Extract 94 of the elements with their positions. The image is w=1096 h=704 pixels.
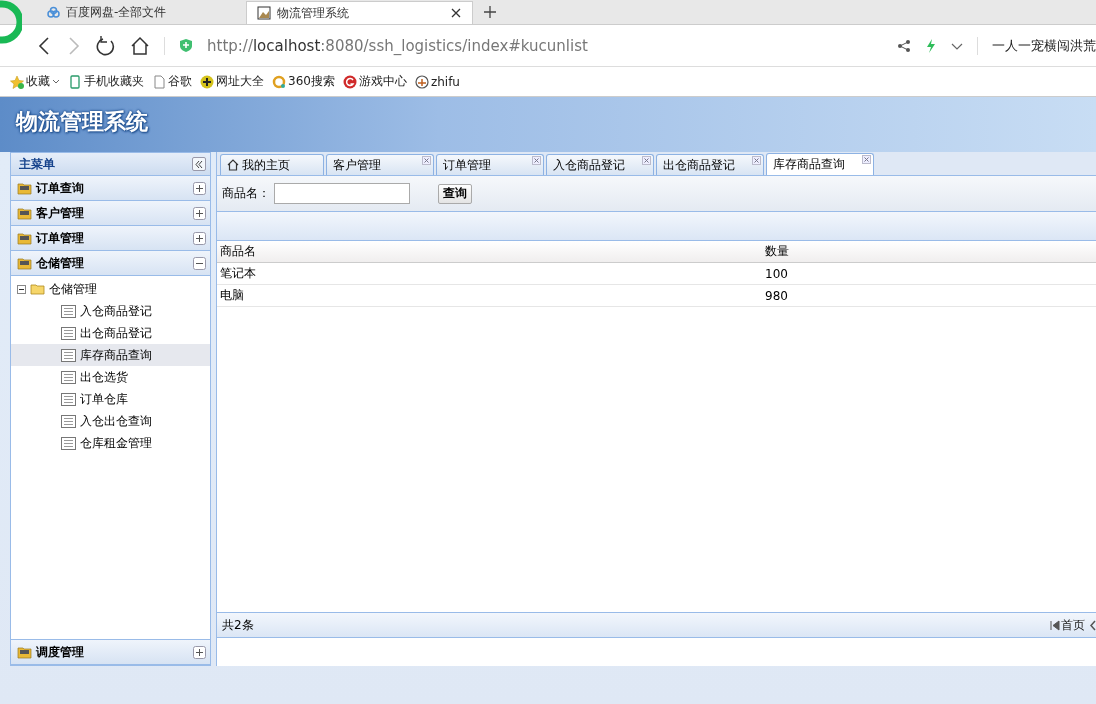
bookmark-item[interactable]: 网址大全 — [200, 73, 264, 90]
close-icon — [642, 156, 651, 165]
tree-item[interactable]: 仓库租金管理 — [11, 432, 210, 454]
back-icon — [36, 35, 52, 56]
field-label: 商品名： — [222, 185, 270, 202]
close-icon — [422, 156, 431, 165]
collapse-button[interactable] — [192, 157, 206, 171]
bookmark-item[interactable]: 手机收藏夹 — [68, 73, 144, 90]
plus-circle-icon — [200, 74, 214, 89]
close-icon — [752, 156, 761, 165]
accordion-header[interactable]: 调度管理 — [11, 640, 210, 665]
tab[interactable]: 客户管理 — [326, 154, 434, 175]
tree-node[interactable]: 仓储管理 — [11, 278, 210, 300]
picture-icon — [257, 6, 271, 20]
shield-icon — [179, 38, 193, 53]
table-cell-text: 笔记本 — [219, 265, 257, 282]
browser-tab[interactable]: 物流管理系统 — [246, 1, 473, 24]
tab[interactable]: 出仓商品登记 — [656, 154, 764, 175]
first-page-icon — [1050, 619, 1060, 631]
accordion-header[interactable]: 订单查询 — [11, 176, 210, 201]
tab-title: 物流管理系统 — [277, 4, 350, 22]
bookmark-item[interactable]: zhifu — [414, 74, 460, 89]
list-icon — [61, 414, 76, 428]
close-icon — [450, 7, 462, 19]
column-header[interactable]: 数量 — [762, 241, 1096, 262]
reload-icon — [96, 35, 116, 56]
home-icon — [130, 35, 150, 56]
first-page-button[interactable]: 首页 — [1050, 616, 1085, 634]
accordion-header[interactable]: 订单管理 — [11, 226, 210, 251]
tab[interactable]: 订单管理 — [436, 154, 544, 175]
close-icon — [532, 156, 541, 165]
circle-g-icon — [342, 74, 357, 89]
bookmark-item[interactable]: 游戏中心 — [342, 73, 407, 90]
previous-icon — [1089, 619, 1096, 631]
minus-icon — [193, 256, 206, 270]
column-header[interactable]: 商品名 — [217, 241, 762, 262]
list-icon — [61, 326, 76, 340]
product-name-field[interactable] — [274, 183, 410, 204]
list-icon — [61, 348, 76, 362]
folder-icon — [17, 206, 32, 220]
total-count: 共2条 — [222, 616, 255, 634]
page-icon — [152, 74, 166, 89]
tree-item[interactable]: 出仓商品登记 — [11, 322, 210, 344]
phone-icon — [68, 74, 82, 89]
url-text[interactable]: http://localhost:8080/ssh_logistics/index#kucunlist — [207, 36, 883, 55]
bookmark-item[interactable]: 360搜索 — [272, 73, 335, 90]
list-icon — [61, 304, 76, 318]
list-icon — [61, 370, 76, 384]
tree-item[interactable]: 订单仓库 — [11, 388, 210, 410]
chevron-down-icon — [52, 78, 60, 85]
bookmark-item[interactable]: 谷歌 — [152, 73, 192, 90]
share-icon — [897, 38, 911, 53]
bookmark-item[interactable]: 收藏 — [10, 73, 60, 90]
lightning-icon — [925, 38, 937, 53]
close-icon — [862, 155, 871, 164]
account-text[interactable]: 一人一宠横闯洪荒 — [992, 36, 1096, 55]
sidebar-title: 主菜单 — [19, 155, 55, 173]
folder-icon — [30, 282, 45, 296]
table-cell-text: 电脑 — [219, 287, 245, 304]
tab[interactable]: 入仓商品登记 — [546, 154, 654, 175]
folder-icon — [17, 231, 32, 245]
tab[interactable]: 我的主页 — [220, 154, 324, 175]
tab-title: 百度网盘-全部文件 — [66, 4, 168, 21]
new-tab-icon — [483, 5, 497, 19]
plus-icon — [193, 645, 206, 659]
plus-icon — [193, 181, 206, 195]
coin-icon — [414, 74, 429, 89]
cloud-icon — [46, 5, 60, 20]
ring-icon — [272, 74, 286, 89]
tree-item[interactable]: 入仓出仓查询 — [11, 410, 210, 432]
forward-icon — [66, 35, 82, 56]
list-icon — [61, 392, 76, 406]
plus-icon — [193, 231, 206, 245]
accordion-header[interactable]: 仓储管理 — [11, 251, 210, 276]
app-title: 物流管理系统 — [0, 97, 1096, 152]
table-cell-text: 100 — [764, 265, 789, 283]
star-icon — [10, 74, 24, 89]
minus-icon — [17, 284, 26, 294]
search-button[interactable]: 查询 — [438, 183, 472, 204]
browser-tab[interactable]: 百度网盘-全部文件 — [36, 1, 246, 24]
list-icon — [61, 436, 76, 450]
tree-item[interactable]: 出仓选货 — [11, 366, 210, 388]
tree-item[interactable]: 库存商品查询 — [11, 344, 210, 366]
folder-icon — [17, 256, 32, 270]
double-chevron-left-icon — [194, 159, 204, 169]
accordion-header[interactable]: 客户管理 — [11, 201, 210, 226]
tree-item[interactable]: 入仓商品登记 — [11, 300, 210, 322]
plus-icon — [193, 206, 206, 220]
tab[interactable]: 库存商品查询 — [766, 153, 874, 175]
folder-icon — [17, 645, 32, 659]
browser-logo-icon — [0, 0, 22, 44]
table-cell-text: 980 — [764, 287, 789, 305]
home-icon — [227, 159, 239, 171]
folder-icon — [17, 181, 32, 195]
